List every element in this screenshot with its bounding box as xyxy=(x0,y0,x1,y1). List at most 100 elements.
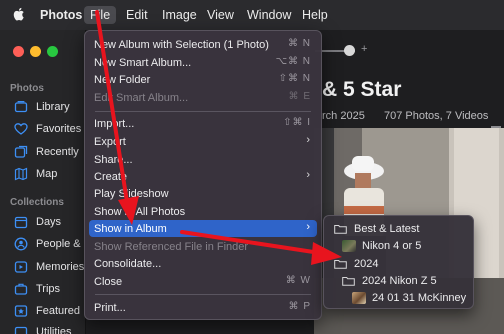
sidebar-heading-photos: Photos xyxy=(10,83,44,94)
menu-item-label: Share... xyxy=(94,153,133,166)
menu-item-new-album-with-selection[interactable]: New Album with Selection (1 Photo) ⌘ N xyxy=(89,36,317,53)
album-title: & 5 Star xyxy=(322,78,402,101)
library-icon xyxy=(14,100,28,114)
album-item-count: 707 Photos, 7 Videos xyxy=(384,110,489,122)
menu-item-close[interactable]: Close ⌘ W xyxy=(89,273,317,290)
minimize-window-button[interactable] xyxy=(30,46,41,57)
menu-item-label: Show in All Photos xyxy=(94,205,186,218)
file-menu: New Album with Selection (1 Photo) ⌘ N N… xyxy=(84,30,322,320)
menu-item-label: Print... xyxy=(94,301,126,314)
zoom-in-icon[interactable]: + xyxy=(361,43,367,55)
zoom-window-button[interactable] xyxy=(47,46,58,57)
shortcut-label: ⌘ E xyxy=(288,91,311,102)
menu-edit[interactable]: Edit xyxy=(120,6,154,24)
menu-app-name[interactable]: Photos xyxy=(34,6,88,24)
menu-view[interactable]: View xyxy=(201,6,240,24)
menu-item-new-smart-album[interactable]: New Smart Album... ⌥⌘ N xyxy=(89,54,317,71)
sidebar-item-featured[interactable]: Featured xyxy=(14,302,80,320)
album-date-range: rch 2025 xyxy=(322,110,365,122)
menu-item-label: Create xyxy=(94,170,128,183)
menu-file[interactable]: File xyxy=(84,6,117,24)
submenu-folder-2024[interactable]: 2024 xyxy=(334,256,378,272)
sidebar-item-recently[interactable]: Recently xyxy=(14,143,79,161)
menu-item-label: Edit Smart Album... xyxy=(94,91,189,104)
menu-item-import[interactable]: Import... ⇧⌘ I xyxy=(89,115,317,132)
menu-item-play-slideshow[interactable]: Play Slideshow xyxy=(89,185,317,202)
menu-item-print[interactable]: Print... ⌘ P xyxy=(89,299,317,316)
menu-item-label: New Folder xyxy=(94,73,151,86)
menu-separator xyxy=(95,294,311,295)
utilities-icon xyxy=(14,325,28,334)
menu-item-consolidate[interactable]: Consolidate... xyxy=(89,255,317,272)
recently-icon xyxy=(14,145,28,159)
sidebar-item-memories[interactable]: Memories xyxy=(14,258,84,276)
chevron-right-icon: › xyxy=(306,134,310,146)
apple-icon[interactable] xyxy=(10,5,28,23)
album-thumbnail xyxy=(352,292,366,304)
folder-icon xyxy=(342,277,355,286)
submenu-item-label: Nikon 4 or 5 xyxy=(362,240,422,252)
folder-icon xyxy=(334,260,347,269)
sidebar-item-label: People & xyxy=(36,238,81,250)
menu-help[interactable]: Help xyxy=(296,6,334,24)
show-in-album-submenu: Best & Latest Nikon 4 or 5 2024 2024 Nik… xyxy=(323,215,474,309)
chevron-right-icon: › xyxy=(306,169,310,181)
chevron-right-icon: › xyxy=(306,221,310,233)
shortcut-label: ⇧⌘ I xyxy=(283,117,311,128)
sidebar-item-label: Favorites xyxy=(36,123,82,135)
sidebar-item-favorites[interactable]: Favorites xyxy=(14,120,81,138)
sidebar-item-label: Map xyxy=(36,168,58,180)
submenu-item-label: Best & Latest xyxy=(354,223,420,235)
menu-item-label: Import... xyxy=(94,117,135,130)
sidebar-item-people[interactable]: People & xyxy=(14,235,81,253)
menu-item-label: Consolidate... xyxy=(94,257,162,270)
menu-item-share[interactable]: Share... xyxy=(89,151,317,168)
people-icon xyxy=(14,237,28,251)
submenu-album-mckinney[interactable]: 24 01 31 McKinney xyxy=(352,290,466,306)
menu-bar: Photos File Edit Image View Window Help xyxy=(0,0,504,30)
album-thumbnail xyxy=(342,240,356,252)
menu-item-label: New Smart Album... xyxy=(94,56,192,69)
close-window-button[interactable] xyxy=(13,46,24,57)
sidebar-item-map[interactable]: Map xyxy=(14,165,57,183)
zoom-slider-knob[interactable] xyxy=(344,45,355,56)
menu-item-create[interactable]: Create › xyxy=(89,168,317,185)
menu-item-show-in-all-photos[interactable]: Show in All Photos xyxy=(89,203,317,220)
menu-item-show-referenced-file: Show Referenced File in Finder xyxy=(89,238,317,255)
sidebar-item-label: Featured xyxy=(36,305,81,317)
submenu-folder-2024-nikon-z5[interactable]: 2024 Nikon Z 5 xyxy=(342,273,437,289)
sidebar-item-library[interactable]: Library xyxy=(14,98,70,116)
menu-item-edit-smart-album: Edit Smart Album... ⌘ E xyxy=(89,89,317,106)
menu-item-label: Show in Album xyxy=(94,222,167,235)
sidebar-item-label: Days xyxy=(36,216,62,228)
sidebar-item-label: Utilities xyxy=(36,326,72,334)
featured-icon xyxy=(14,304,28,318)
shortcut-label: ⌘ W xyxy=(285,275,311,286)
shortcut-label: ⌘ P xyxy=(288,301,311,312)
sidebar-item-label: Library xyxy=(36,101,70,113)
menu-item-export[interactable]: Export › xyxy=(89,133,317,150)
calendar-icon xyxy=(14,215,28,229)
heart-icon xyxy=(14,122,28,136)
sidebar-item-label: Memories xyxy=(36,261,85,273)
menu-item-show-in-album[interactable]: Show in Album › xyxy=(89,220,317,237)
sidebar-item-utilities[interactable]: Utilities xyxy=(14,323,71,334)
shortcut-label: ⌥⌘ N xyxy=(275,56,311,67)
menu-separator xyxy=(95,111,311,112)
menu-item-label: Show Referenced File in Finder xyxy=(94,240,249,253)
submenu-folder-best-latest[interactable]: Best & Latest xyxy=(334,221,419,237)
sidebar-item-trips[interactable]: Trips xyxy=(14,280,60,298)
menu-item-new-folder[interactable]: New Folder ⇧⌘ N xyxy=(89,71,317,88)
sidebar-heading-collections: Collections xyxy=(10,197,64,208)
folder-icon xyxy=(334,225,347,234)
submenu-item-label: 2024 xyxy=(354,258,379,270)
sidebar-item-days[interactable]: Days xyxy=(14,213,61,231)
memories-icon xyxy=(14,260,28,274)
menu-image[interactable]: Image xyxy=(156,6,203,24)
menu-item-label: Export xyxy=(94,135,126,148)
menu-window[interactable]: Window xyxy=(241,6,297,24)
menu-item-label: Play Slideshow xyxy=(94,187,169,200)
menu-item-label: Close xyxy=(94,275,123,288)
submenu-album-nikon-4-or-5[interactable]: Nikon 4 or 5 xyxy=(342,238,421,254)
sidebar-item-label: Recently xyxy=(36,146,79,158)
